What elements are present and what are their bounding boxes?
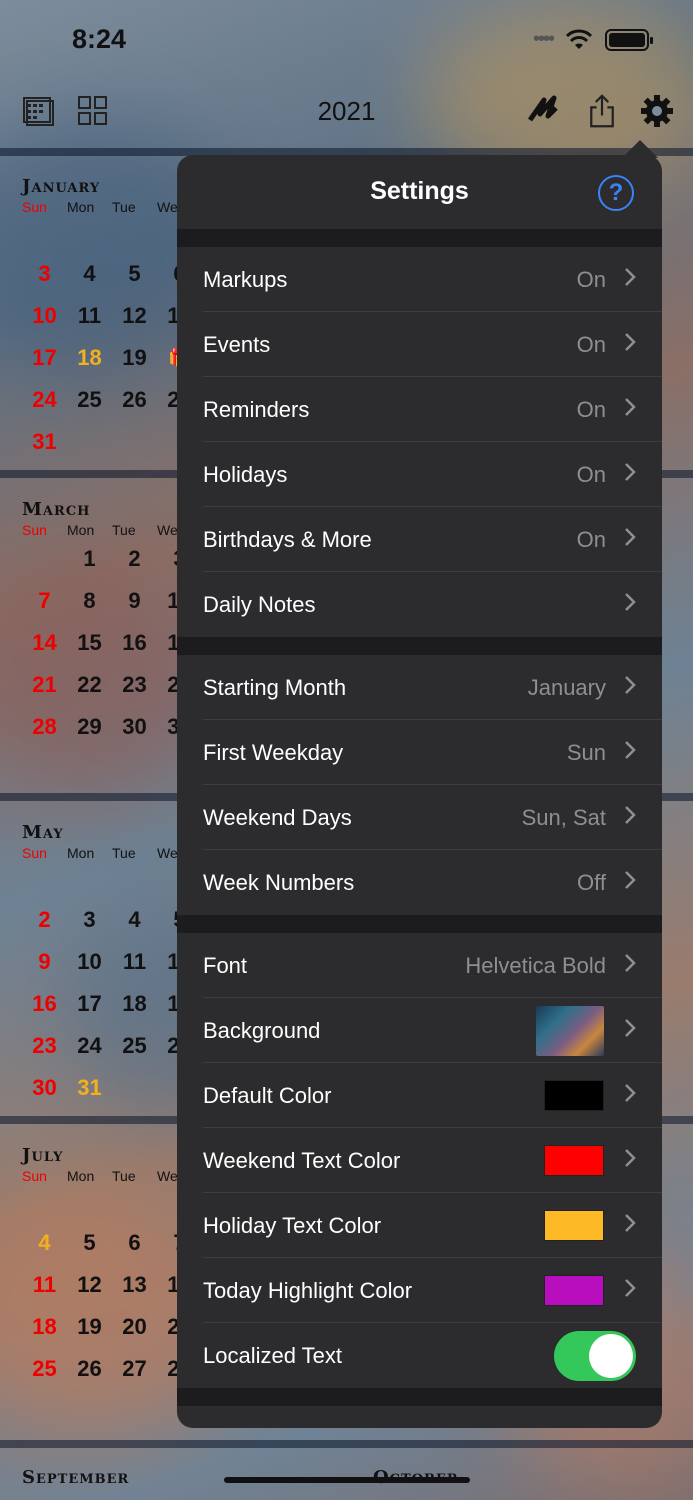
chevron-right-icon: [625, 1279, 636, 1297]
setting-starting-month[interactable]: Starting Month January: [177, 655, 662, 720]
setting-weekend-days[interactable]: Weekend Days Sun, Sat: [177, 785, 662, 850]
chevron-right-icon: [625, 528, 636, 546]
settings-title: Settings: [370, 177, 469, 205]
setting-markups[interactable]: Markups On: [177, 247, 662, 312]
background-thumbnail: [536, 1006, 604, 1056]
section-gap: [177, 1388, 662, 1406]
setting-today-highlight-color[interactable]: Today Highlight Color: [177, 1258, 662, 1323]
cellular-signal-icon: ••••: [532, 28, 555, 50]
setting-font[interactable]: Font Helvetica Bold: [177, 933, 662, 998]
home-indicator[interactable]: [224, 1477, 470, 1483]
setting-background[interactable]: Background: [177, 998, 662, 1063]
markup-scribble-icon[interactable]: [526, 94, 560, 128]
chevron-right-icon: [625, 871, 636, 889]
holiday-color-swatch: [544, 1210, 604, 1241]
settings-popover: Settings ? Markups On Events On Reminders O…: [177, 155, 662, 1428]
chevron-right-icon: [625, 463, 636, 481]
wifi-icon: [565, 29, 593, 49]
default-color-swatch: [544, 1080, 604, 1111]
chevron-right-icon: [625, 333, 636, 351]
month-name-september[interactable]: September: [22, 1467, 129, 1488]
help-icon[interactable]: ?: [598, 175, 634, 211]
gear-icon[interactable]: [640, 94, 674, 128]
setting-first-weekday[interactable]: First Weekday Sun: [177, 720, 662, 785]
chevron-right-icon: [625, 593, 636, 611]
toolbar: 2021: [0, 84, 693, 140]
status-bar: 8:24 ••••: [0, 0, 693, 80]
chevron-right-icon: [625, 1214, 636, 1232]
month-separator: [0, 1440, 693, 1448]
section-gap: [177, 637, 662, 655]
status-time: 8:24: [72, 24, 127, 54]
chevron-right-icon: [625, 1084, 636, 1102]
section-gap: [177, 229, 662, 247]
chevron-right-icon: [625, 741, 636, 759]
chevron-right-icon: [625, 676, 636, 694]
chevron-right-icon: [625, 806, 636, 824]
section-gap: [177, 915, 662, 933]
share-icon[interactable]: [585, 94, 619, 128]
setting-birthdays[interactable]: Birthdays & More On: [177, 507, 662, 572]
chevron-right-icon: [625, 268, 636, 286]
status-icons: ••••: [532, 28, 653, 51]
setting-reminders[interactable]: Reminders On: [177, 377, 662, 442]
setting-events[interactable]: Events On: [177, 312, 662, 377]
setting-holidays[interactable]: Holidays On: [177, 442, 662, 507]
battery-icon: [605, 28, 653, 51]
setting-daily-notes[interactable]: Daily Notes: [177, 572, 662, 637]
localized-text-toggle[interactable]: [554, 1331, 636, 1381]
weekend-color-swatch: [544, 1145, 604, 1176]
setting-localized-text: Localized Text: [177, 1323, 662, 1388]
chevron-right-icon: [625, 1019, 636, 1037]
chevron-right-icon: [625, 398, 636, 416]
setting-week-numbers[interactable]: Week Numbers Off: [177, 850, 662, 915]
settings-header: Settings ?: [177, 155, 662, 229]
setting-weekend-text-color[interactable]: Weekend Text Color: [177, 1128, 662, 1193]
chevron-right-icon: [625, 1149, 636, 1167]
today-highlight-color-swatch: [544, 1275, 604, 1306]
chevron-right-icon: [625, 954, 636, 972]
setting-holiday-text-color[interactable]: Holiday Text Color: [177, 1193, 662, 1258]
setting-default-color[interactable]: Default Color: [177, 1063, 662, 1128]
